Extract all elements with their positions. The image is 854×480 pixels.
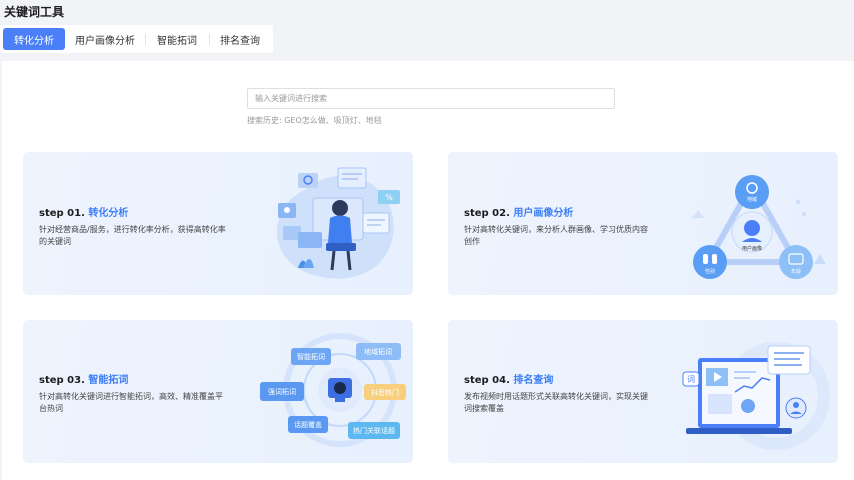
card-description: 针对经营商品/服务，进行转化率分析，获得高转化率的关键词 <box>39 225 226 246</box>
card-description: 发布视频时用话题形式关联高转化关键词，实现关键词搜索覆盖 <box>464 392 648 413</box>
step-name: 排名查询 <box>513 375 554 386</box>
expansion-illustration: 智能拓词 地域拓词 强词拓词 抖音热门 话题覆盖 热门关联话题 <box>260 333 406 447</box>
tab-user-profile-analysis[interactable]: 用户画像分析 <box>65 28 145 50</box>
step-number: step 04. <box>464 375 510 386</box>
step-name: 智能拓词 <box>88 375 129 386</box>
page-title: 关键词工具 <box>4 5 65 19</box>
card-title: step 04. 排名查询 <box>464 371 654 386</box>
card-title: step 01. 转化分析 <box>39 204 229 219</box>
tab-smart-keyword-expansion[interactable]: 智能拓词 <box>145 28 209 50</box>
card-title: step 02. 用户画像分析 <box>464 204 654 219</box>
node-profile-label: 用户画像 <box>742 245 762 252</box>
card-ranking-query[interactable]: step 04. 排名查询 发布视频时用话题形式关联高转化关键词，实现关键词搜索… <box>448 320 838 463</box>
bubble-related-topics: 热门关联话题 <box>353 426 395 435</box>
card-user-profile-analysis[interactable]: step 02. 用户画像分析 针对高转化关键词，来分析人群画像、学习优质内容创… <box>448 152 838 295</box>
ranking-illustration: 词 <box>682 342 830 450</box>
step-number: step 03. <box>39 375 85 386</box>
card-title: step 03. 智能拓词 <box>39 371 229 386</box>
tab-conversion-analysis[interactable]: 转化分析 <box>3 28 65 50</box>
step-name: 转化分析 <box>88 208 129 219</box>
bubble-topic-coverage: 话题覆盖 <box>294 420 322 429</box>
bubble-douyin-trending: 抖音热门 <box>371 388 399 397</box>
search-input[interactable]: 输入关键词进行搜索 <box>247 88 615 109</box>
tab-ranking-query[interactable]: 排名查询 <box>209 28 271 50</box>
step-name: 用户画像分析 <box>513 208 574 219</box>
main-panel: 输入关键词进行搜索 搜索历史: GEO怎么做、吸顶灯、地毯 step 01. 转… <box>2 61 854 480</box>
card-description: 针对高转化关键词进行智能拓词，高效、精准覆盖平台热词 <box>39 392 223 413</box>
bubble-region-expansion: 地域拓词 <box>364 347 392 356</box>
card-smart-keyword-expansion[interactable]: step 03. 智能拓词 针对高转化关键词进行智能拓词，高效、精准覆盖平台热词… <box>23 320 413 463</box>
tab-bar: 转化分析 用户画像分析 智能拓词 排名查询 <box>0 25 273 53</box>
svg-text:%: % <box>385 193 393 202</box>
analysis-illustration: % <box>277 167 400 279</box>
card-description: 针对高转化关键词，来分析人群画像、学习优质内容创作 <box>464 225 648 246</box>
card-conversion-analysis[interactable]: step 01. 转化分析 针对经营商品/服务，进行转化率分析，获得高转化率的关… <box>23 152 413 295</box>
keyword-badge: 词 <box>687 375 695 384</box>
search-history: 搜索历史: GEO怎么做、吸顶灯、地毯 <box>247 116 382 125</box>
step-number: step 01. <box>39 208 85 219</box>
step-number: step 02. <box>464 208 510 219</box>
node-gender-label: 性别 <box>705 268 715 275</box>
node-region-label: 地域 <box>747 196 757 203</box>
bubble-strong-expansion: 强词拓词 <box>268 387 296 396</box>
bubble-smart-expansion: 智能拓词 <box>297 352 325 361</box>
node-age-label: 年龄 <box>791 268 801 275</box>
search-placeholder: 输入关键词进行搜索 <box>255 94 327 103</box>
profile-illustration: 地域 用户画像 性别 年龄 <box>692 175 826 279</box>
